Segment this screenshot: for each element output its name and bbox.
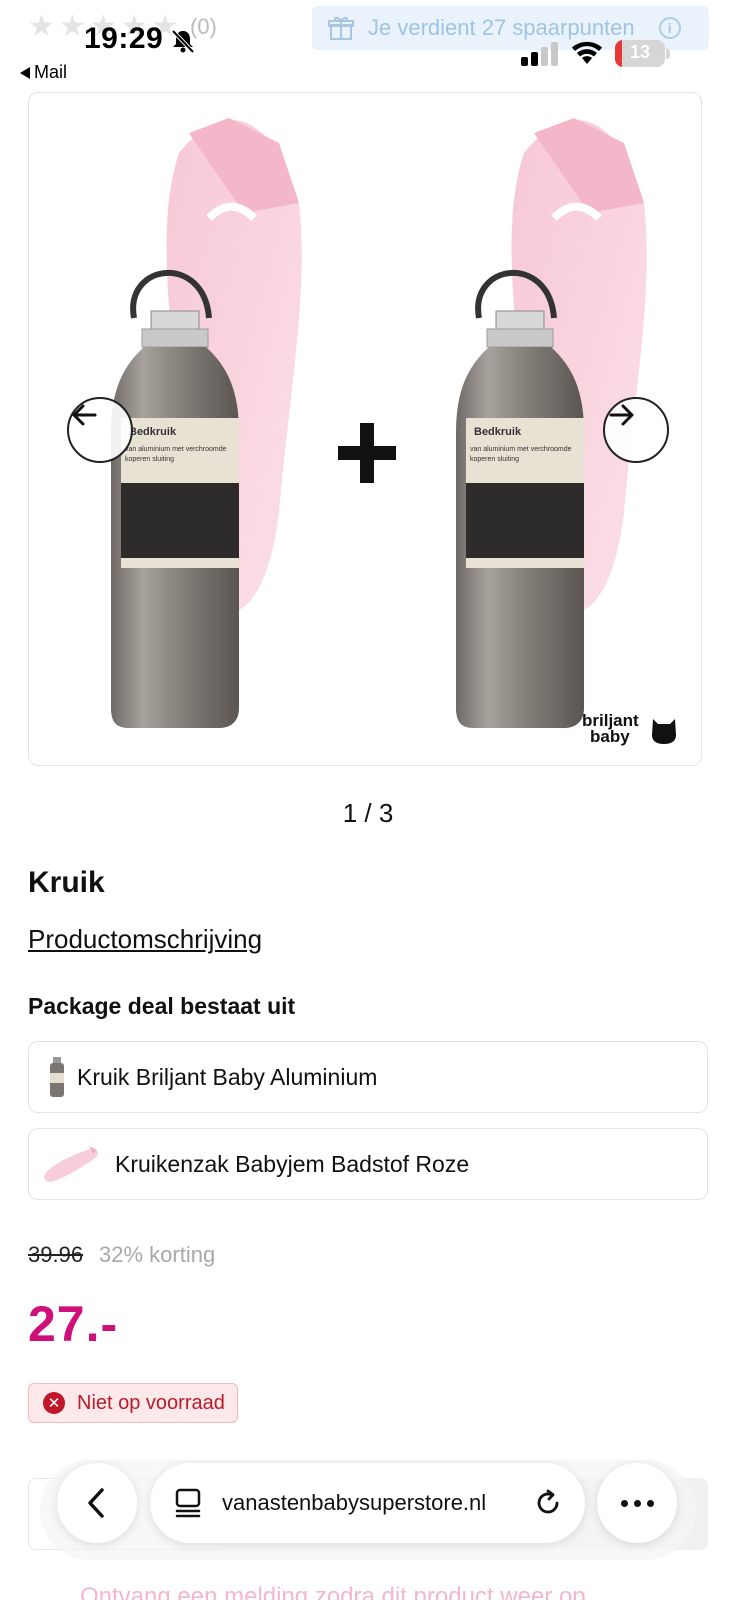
bag-thumbnail: [44, 1146, 98, 1182]
current-price: 27.-: [28, 1296, 119, 1352]
discount-label: 32% korting: [99, 1242, 216, 1267]
back-to-mail-link[interactable]: Mail: [20, 62, 67, 83]
bottle-label-title: Bedkruik: [129, 426, 177, 438]
bottle-thumbnail: [50, 1057, 64, 1097]
battery-tip: [666, 49, 670, 59]
old-price: 39.96: [28, 1242, 84, 1267]
battery-indicator: 13: [615, 40, 665, 67]
arrow-right-icon: [609, 404, 634, 426]
dot: [646, 1499, 654, 1507]
next-image-button[interactable]: [603, 397, 669, 463]
gift-icon: [328, 17, 354, 40]
dot: [620, 1499, 628, 1507]
stock-status-badge: ✕ Niet op voorraad: [28, 1383, 238, 1423]
chevron-left-icon: [88, 1488, 104, 1518]
bottle-label-line: koperen sluiting: [125, 456, 174, 463]
battery-percent: 13: [629, 42, 651, 62]
package-deal-heading: Package deal bestaat uit: [28, 993, 296, 1019]
wifi-icon: [572, 41, 602, 64]
points-banner-text: Je verdient 27 spaarpunten: [368, 15, 635, 40]
cellular-signal-icon: [521, 42, 558, 66]
bottle-label-line: van aluminium met verchroomde: [470, 446, 572, 453]
bottle-label-line: koperen sluiting: [470, 456, 519, 463]
url-text: vanastenbabysuperstore.nl: [222, 1490, 487, 1515]
more-options-button[interactable]: [597, 1463, 677, 1543]
bottle-label-line: van aluminium met verchroomde: [125, 446, 227, 453]
package-item[interactable]: Kruikenzak Babyjem Badstof Roze: [28, 1128, 708, 1200]
previous-image-button[interactable]: [67, 397, 133, 463]
package-item[interactable]: Kruik Briljant Baby Aluminium: [28, 1041, 708, 1113]
image-pager: 1 / 3: [342, 798, 394, 828]
bell-muted-icon: [171, 29, 195, 54]
product-image-carousel[interactable]: Bedkruik van aluminium met verchroomde k…: [28, 92, 702, 766]
info-icon[interactable]: i: [658, 17, 681, 39]
package-item-label: Kruik Briljant Baby Aluminium: [77, 1063, 378, 1090]
brand-logo: briljant baby: [582, 712, 682, 753]
package-item-label: Kruikenzak Babyjem Badstof Roze: [115, 1150, 470, 1177]
arrow-left-icon: [72, 404, 97, 426]
stock-status-text: Niet op voorraad: [77, 1391, 225, 1414]
back-triangle-icon: [20, 66, 30, 79]
close-circle-icon: ✕: [43, 1392, 65, 1414]
product-page: ★ ★ ★ ★ ★ (0) Je verdient 27 spaarpunten…: [0, 0, 736, 1600]
star-icon: ★: [28, 10, 55, 43]
product-title: Kruik: [28, 866, 105, 899]
dot: [633, 1499, 641, 1507]
back-to-mail-label: Mail: [34, 62, 68, 82]
bottle-label-title: Bedkruik: [474, 426, 522, 438]
owl-icon: [652, 719, 676, 744]
star-icon: ★: [58, 10, 86, 43]
address-bar[interactable]: vanastenbabysuperstore.nl: [150, 1463, 585, 1543]
product-description-link[interactable]: Productomschrijving: [28, 924, 262, 955]
notify-text: Ontvang een melding zodra dit product we…: [80, 1583, 586, 1600]
browser-back-button[interactable]: [57, 1463, 137, 1543]
status-time: 19:29: [84, 22, 164, 55]
reload-icon[interactable]: [533, 1488, 563, 1518]
brand-logo-line: baby: [590, 727, 630, 746]
tab-layout-icon: [175, 1488, 201, 1518]
